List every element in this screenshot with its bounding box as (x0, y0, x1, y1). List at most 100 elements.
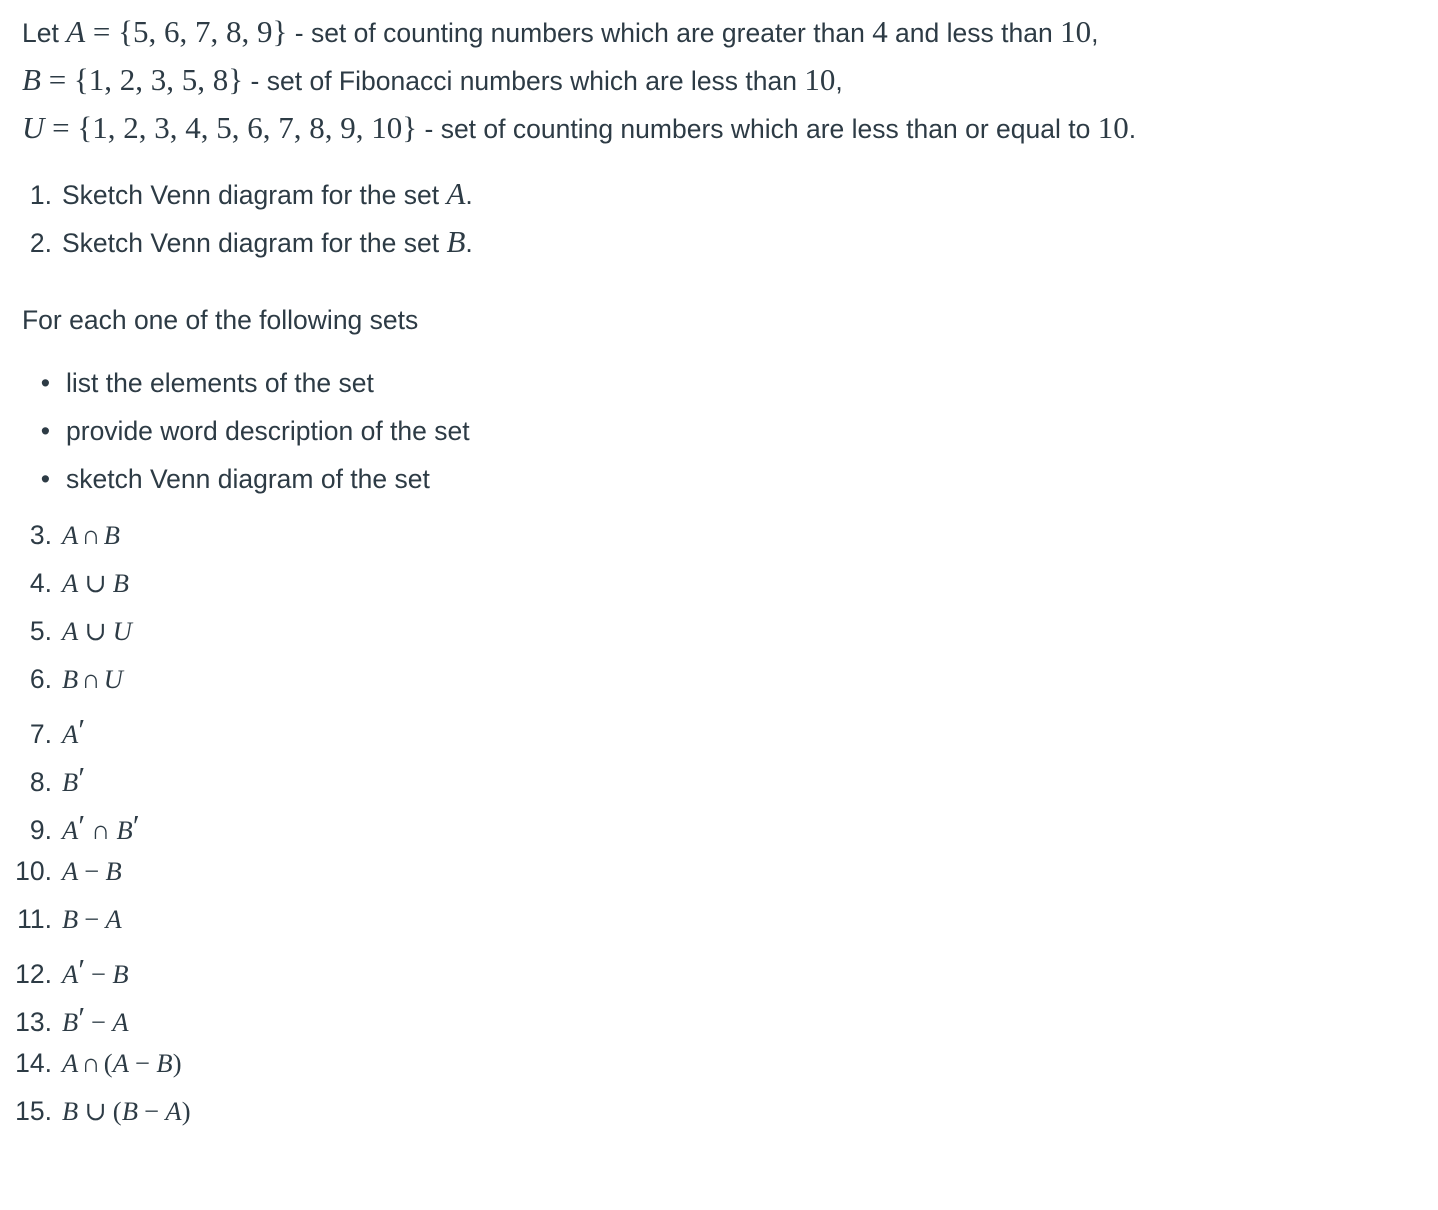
math-token: A (165, 1096, 182, 1126)
list-item-text: Sketch Venn diagram for the set (62, 180, 447, 210)
bullet-text: provide word description of the set (66, 416, 470, 446)
list-item: 6. B ∩ U (0, 664, 900, 712)
math-token: ∩ (81, 664, 101, 694)
set-expression: A′ − B (62, 952, 129, 990)
math-token: B (62, 767, 79, 797)
list-item-content: Sketch Venn diagram for the set A. (62, 176, 473, 212)
math-token: A (62, 815, 79, 845)
math-token: ∪ (84, 568, 107, 598)
intro-line3-equals: = (44, 110, 78, 145)
math-token: ′ (132, 808, 140, 843)
set-expression: B − A (62, 904, 122, 935)
math-token: B (62, 664, 79, 694)
bullet-icon: • (40, 464, 50, 494)
math-token: ′ (78, 760, 86, 795)
task-list-sketch: 1. Sketch Venn diagram for the set A. 2.… (0, 176, 900, 272)
list-item: 14. A ∩ (A − B) (0, 1048, 900, 1096)
list-marker: 15. (15, 1096, 52, 1126)
math-token: − (144, 1096, 160, 1126)
set-expression: A′ ∩ B′ (62, 808, 140, 846)
math-token: B (62, 1007, 79, 1037)
set-expression: A ∪ U (62, 616, 132, 647)
bullet-icon: • (40, 368, 50, 398)
set-expression: A − B (62, 856, 122, 887)
intro-line1-tail: , (1091, 18, 1099, 48)
list-item: 7. A′ (0, 712, 900, 760)
math-token: ∪ (84, 616, 107, 646)
list-item: • sketch Venn diagram of the set (0, 464, 900, 512)
intro-line1-lead: Let (22, 18, 67, 48)
math-token: A (112, 1048, 130, 1078)
instructions-paragraph: For each one of the following sets (22, 305, 419, 335)
list-marker: 8. (29, 767, 52, 797)
intro-line3-variable-u: U (22, 110, 45, 145)
math-token: A (62, 1048, 79, 1078)
intro-line2-set-b: {1, 2, 3, 5, 8} (73, 62, 244, 97)
list-marker: 7. (29, 719, 52, 749)
math-token: A (105, 904, 122, 934)
set-expression: B ∪ (B − A) (62, 1096, 191, 1127)
list-marker: 14. (15, 1048, 52, 1078)
intro-line3-desc-a: - set of counting numbers which are less… (417, 114, 1098, 144)
set-expression: B ∩ U (62, 664, 123, 695)
intro-line1-desc-a: - set of counting numbers which are grea… (287, 18, 873, 48)
math-token: A (62, 959, 79, 989)
list-item: 12. A′ − B (0, 952, 900, 1000)
list-item-tail: . (465, 180, 473, 210)
math-token: B (105, 856, 122, 886)
intro-line1-desc-b: and less than (887, 18, 1061, 48)
math-token: U (112, 616, 133, 646)
intro-line1-variable-a: A (66, 14, 86, 49)
math-token: ∩ (81, 1048, 101, 1078)
list-marker: 2. (29, 228, 52, 258)
set-expression: A ∪ B (62, 568, 129, 599)
list-marker: 10. (15, 856, 52, 886)
set-expression: A ∩ B (62, 520, 120, 551)
list-item-content: Sketch Venn diagram for the set B. (62, 224, 473, 260)
intro-line2-number-10: 10 (804, 62, 836, 97)
intro-line2-desc-a: - set of Fibonacci numbers which are les… (243, 66, 805, 96)
bullet-icon: • (40, 416, 50, 446)
math-token: A (62, 616, 79, 646)
list-item-variable: A (446, 176, 466, 211)
bullet-text: list the elements of the set (66, 368, 374, 398)
bullet-text: sketch Venn diagram of the set (66, 464, 430, 494)
set-expression: B′ (62, 760, 85, 798)
math-token: ) (172, 1048, 182, 1078)
list-marker: 5. (29, 616, 52, 646)
intro-line3-tail: . (1128, 114, 1137, 144)
list-item: 5. A ∪ U (0, 616, 900, 664)
math-token: B (156, 1048, 173, 1078)
math-token: A (62, 856, 79, 886)
list-marker: 9. (29, 815, 52, 845)
intro-line-2: B = {1, 2, 3, 5, 8} - set of Fibonacci n… (22, 56, 1422, 104)
set-expression: B′ − A (62, 1000, 129, 1038)
intro-line1-set-a: {5, 6, 7, 8, 9} (118, 14, 288, 49)
intro-line2-equals: = (40, 62, 74, 97)
intro-line1-equals: = (85, 14, 119, 49)
math-token: B (112, 568, 130, 598)
intro-line1-number-4: 4 (872, 14, 888, 49)
math-token: B (121, 1096, 139, 1126)
list-marker: 4. (29, 568, 52, 598)
set-expression: A ∩ (A − B) (62, 1048, 182, 1079)
intro-line3-number-10: 10 (1097, 110, 1129, 145)
math-token: ) (181, 1096, 191, 1126)
list-item: 4. A ∪ B (0, 568, 900, 616)
list-item: 15. B ∪ (B − A) (0, 1096, 900, 1144)
set-expression: A′ (62, 712, 85, 750)
math-token: ( (112, 1096, 122, 1126)
list-item-text: Sketch Venn diagram for the set (62, 228, 447, 258)
list-marker: 1. (29, 180, 52, 210)
math-token: A (62, 520, 79, 550)
intro-paragraph: Let A = {5, 6, 7, 8, 9} - set of countin… (22, 8, 1422, 152)
list-item: 11. B − A (0, 904, 900, 952)
intro-line1-number-10: 10 (1060, 14, 1092, 49)
list-item: 9. A′ ∩ B′ (0, 808, 900, 856)
math-token: ∩ (81, 520, 101, 550)
instruction-bullet-list: • list the elements of the set • provide… (0, 368, 900, 512)
math-token: − (135, 1048, 151, 1078)
intro-line-1: Let A = {5, 6, 7, 8, 9} - set of countin… (22, 8, 1422, 56)
list-item: 10. A − B (0, 856, 900, 904)
math-token: A (112, 1007, 129, 1037)
